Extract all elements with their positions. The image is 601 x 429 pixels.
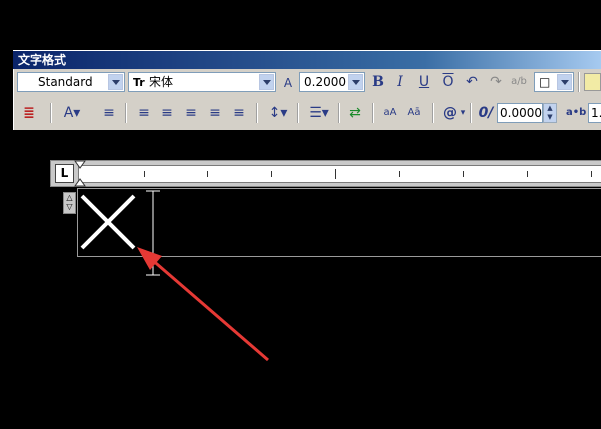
arrow-annotation-icon bbox=[137, 247, 269, 362]
x-mark-icon bbox=[80, 194, 136, 250]
canvas-overlay bbox=[80, 190, 269, 362]
